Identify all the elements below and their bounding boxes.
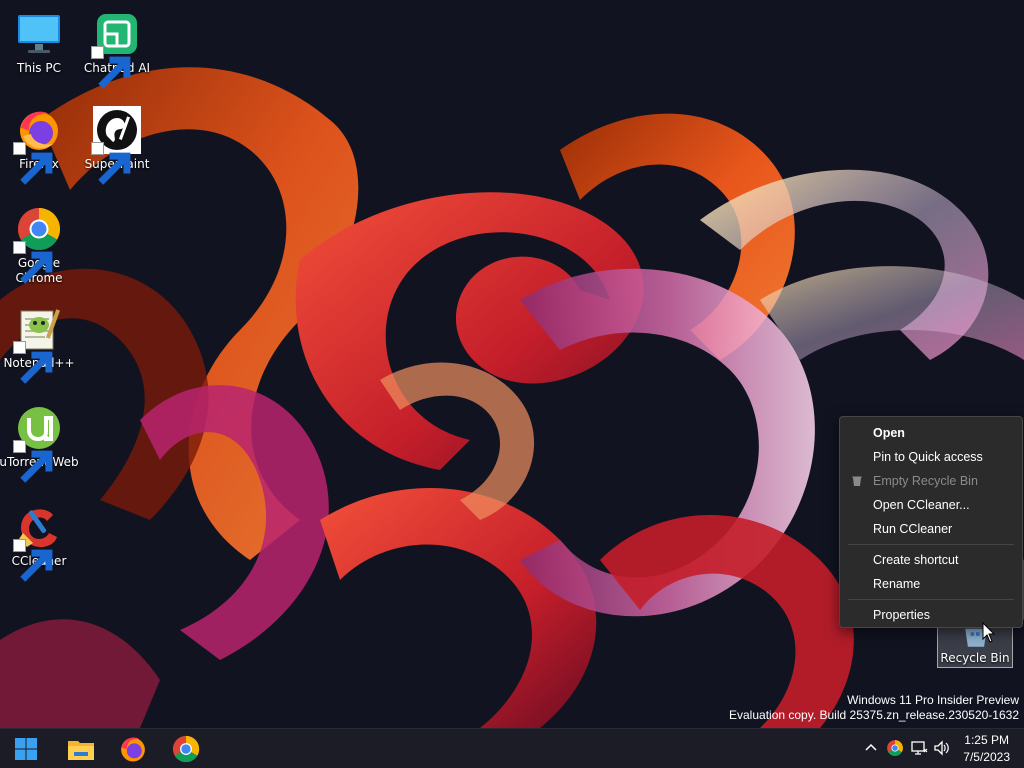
tray-chrome[interactable] [886, 739, 906, 759]
clock-time: 1:25 PM [964, 733, 1009, 747]
desktop-icon-ccleaner[interactable]: CCleaner [0, 503, 79, 582]
taskbar: 1:25 PM 7/5/2023 [0, 728, 1024, 768]
menu-item-label: Properties [873, 608, 930, 622]
menu-item-label: Empty Recycle Bin [873, 474, 978, 488]
taskbar-clock[interactable]: 1:25 PM 7/5/2023 [963, 732, 1010, 766]
tray-network[interactable] [910, 739, 930, 759]
context-menu: Open Pin to Quick access Empty Recycle B… [839, 416, 1023, 628]
shortcut-arrow-icon [13, 440, 53, 483]
windows-start-icon [15, 738, 37, 760]
shortcut-arrow-icon [13, 539, 53, 582]
menu-item-empty-recycle-bin: Empty Recycle Bin [840, 469, 1022, 493]
monitor-icon [18, 15, 60, 53]
shortcut-arrow-icon [13, 241, 53, 284]
tray-show-hidden-icons[interactable] [862, 739, 882, 759]
menu-item-open-ccleaner[interactable]: Open CCleaner... [840, 493, 1022, 517]
desktop-icon-google-chrome[interactable]: Google Chrome [0, 205, 79, 286]
desktop-icon-superpaint[interactable]: SuperPaint [77, 106, 157, 185]
menu-item-rename[interactable]: Rename [840, 572, 1022, 596]
taskbar-file-explorer[interactable] [64, 733, 98, 765]
volume-icon [934, 740, 949, 756]
menu-item-label: Open CCleaner... [873, 498, 970, 512]
chrome-icon [172, 735, 200, 763]
menu-item-label: Run CCleaner [873, 522, 953, 536]
shortcut-arrow-icon [91, 46, 131, 89]
desktop-icon-utorrent-web[interactable]: uTorrent Web [0, 404, 79, 483]
menu-item-label: Rename [873, 577, 921, 591]
desktop-icon-this-pc[interactable]: This PC [0, 10, 79, 76]
desktop-icon-chatpad-ai[interactable]: Chatpad AI [77, 10, 157, 89]
firefox-icon [121, 737, 145, 762]
evaluation-watermark: Windows 11 Pro Insider Preview Evaluatio… [729, 693, 1019, 723]
desktop-icon-label: This PC [17, 61, 61, 75]
watermark-line-1: Windows 11 Pro Insider Preview [847, 693, 1019, 707]
menu-item-label: Open [873, 426, 905, 440]
chevron-up-icon [865, 743, 877, 751]
chrome-icon [887, 740, 903, 756]
menu-item-pin-to-quick-access[interactable]: Pin to Quick access [840, 445, 1022, 469]
menu-item-label: Create shortcut [873, 553, 959, 567]
menu-item-label: Pin to Quick access [873, 450, 983, 464]
recycle-bin-small-icon [852, 476, 862, 486]
menu-item-create-shortcut[interactable]: Create shortcut [840, 548, 1022, 572]
clock-date: 7/5/2023 [963, 750, 1010, 764]
menu-item-open[interactable]: Open [840, 421, 1022, 445]
tray-volume[interactable] [933, 739, 953, 759]
file-explorer-icon [68, 741, 94, 760]
menu-item-run-ccleaner[interactable]: Run CCleaner [840, 517, 1022, 541]
menu-separator [848, 544, 1014, 545]
desktop-icon-firefox[interactable]: Firefox [0, 106, 79, 185]
desktop-icon-notepad-plus-plus[interactable]: Notepad++ [0, 305, 79, 384]
watermark-line-2: Evaluation copy. Build 25375.zn_release.… [729, 708, 1019, 722]
shortcut-arrow-icon [13, 341, 53, 384]
mouse-cursor-icon [982, 622, 996, 643]
taskbar-firefox[interactable] [116, 733, 150, 765]
desktop-icon-label: Recycle Bin [940, 651, 1010, 665]
start-button[interactable] [9, 733, 43, 765]
shortcut-arrow-icon [13, 142, 53, 185]
menu-separator [848, 599, 1014, 600]
shortcut-arrow-icon [91, 142, 131, 185]
taskbar-chrome[interactable] [169, 733, 203, 765]
network-icon [911, 741, 928, 755]
